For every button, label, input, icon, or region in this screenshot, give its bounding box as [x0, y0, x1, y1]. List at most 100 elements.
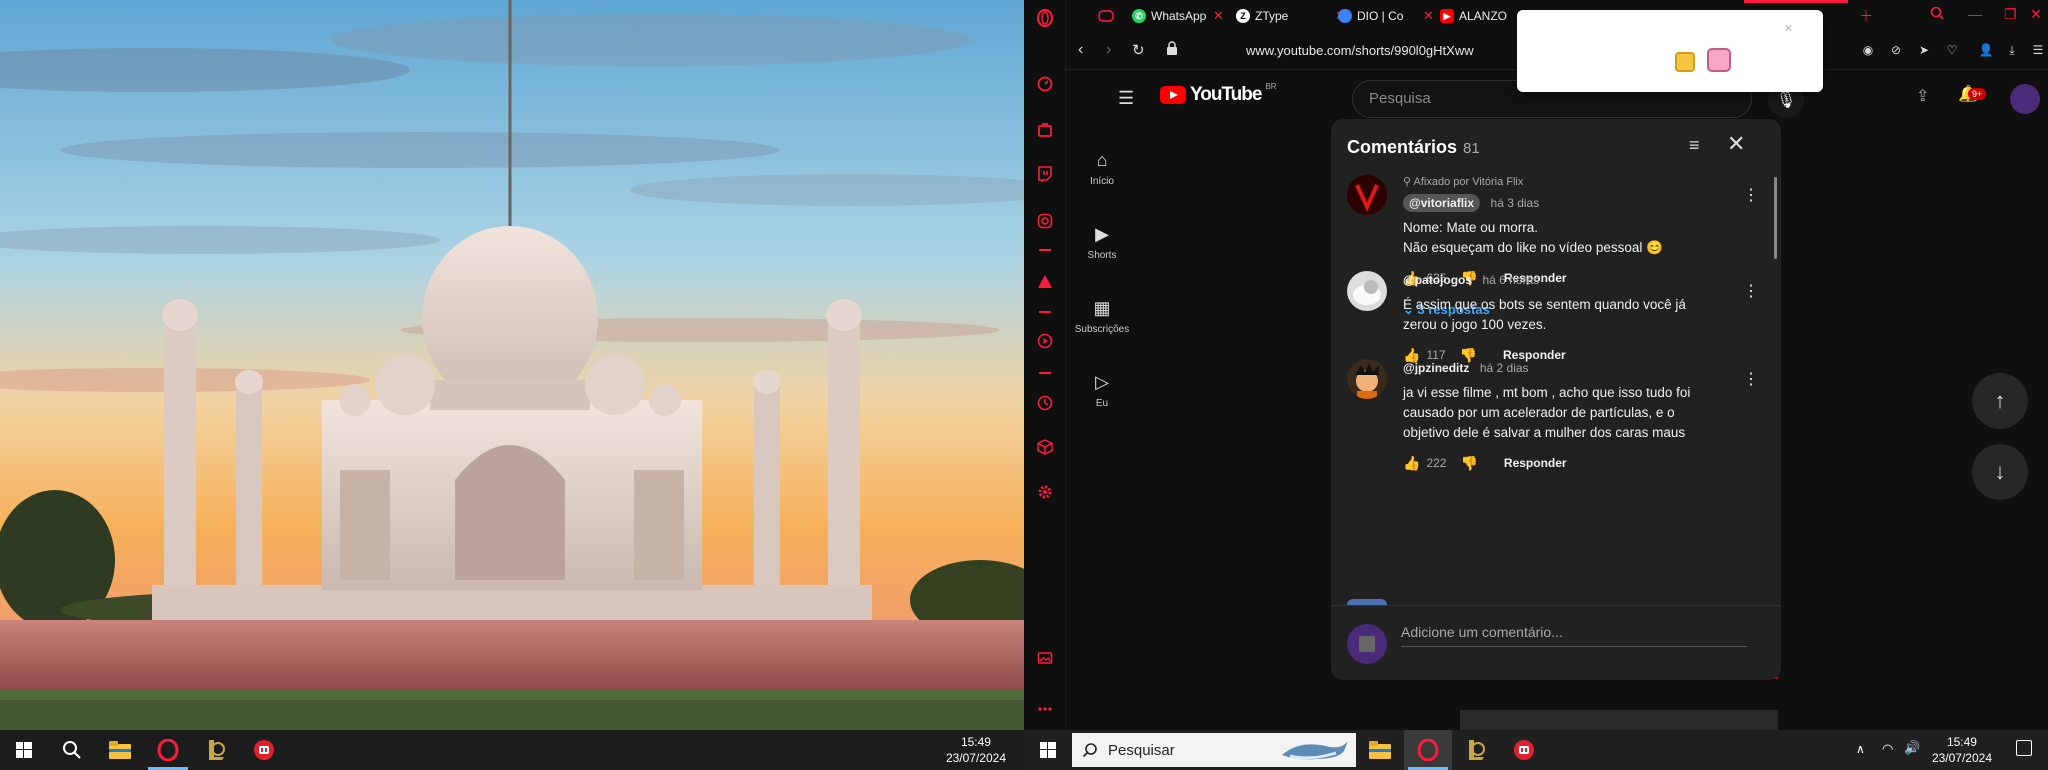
- arrow-down-icon: ↓: [1994, 459, 2006, 484]
- comment-time[interactable]: há 3 dias: [1491, 196, 1540, 210]
- avatar[interactable]: [1347, 359, 1387, 399]
- taskbar-league-client[interactable]: [1452, 730, 1500, 770]
- heart-icon[interactable]: ♡: [1944, 42, 1960, 58]
- close-window-icon[interactable]: ✕: [2030, 6, 2042, 23]
- speed-dial-icon[interactable]: [1035, 74, 1055, 94]
- send-icon[interactable]: ➤: [1916, 42, 1932, 58]
- gamepad-tab-icon[interactable]: [1098, 4, 1118, 28]
- right-clock[interactable]: 15:49 23/07/2024: [1932, 734, 1992, 766]
- extensions-cube-icon[interactable]: [1035, 437, 1055, 457]
- arrow-up-icon: ↑: [1994, 388, 2006, 413]
- dislike-icon[interactable]: 👎: [1460, 455, 1477, 472]
- taskbar-red-app[interactable]: [240, 730, 288, 770]
- reload-icon[interactable]: ↻: [1132, 41, 1145, 59]
- hamburger-menu-icon[interactable]: ☰: [1118, 88, 1134, 109]
- nav-home[interactable]: ⌂ Início: [1066, 150, 1138, 187]
- taskbar-opera[interactable]: [1404, 730, 1452, 770]
- volume-icon[interactable]: 🔊: [1904, 740, 1920, 756]
- left-clock-date: 23/07/2024: [945, 751, 1006, 765]
- close-tab-icon[interactable]: ✕: [1213, 8, 1224, 24]
- gx-corner-icon[interactable]: [1035, 120, 1055, 140]
- taskbar-file-explorer[interactable]: [1356, 730, 1404, 770]
- snapshot-icon[interactable]: ◉: [1860, 42, 1876, 58]
- opera-logo-icon[interactable]: [1035, 8, 1055, 28]
- ad-block-icon[interactable]: ⊘: [1888, 42, 1904, 58]
- region-code: BR: [1265, 81, 1277, 91]
- dio-icon: [1338, 9, 1352, 23]
- easy-setup-icon[interactable]: ☰: [2030, 42, 2046, 58]
- opera-icon: [157, 739, 179, 761]
- next-short-button[interactable]: ↓: [1972, 444, 2028, 500]
- taskbar-league-client[interactable]: [192, 730, 240, 770]
- reply-button[interactable]: Responder: [1504, 456, 1567, 470]
- tab-label: DIO | Co: [1357, 9, 1404, 23]
- taskbar-file-explorer[interactable]: [96, 730, 144, 770]
- gallery-icon[interactable]: [1035, 648, 1055, 668]
- pinned-label: ⚲ Afixado por Vitória Flix: [1403, 175, 1723, 188]
- avatar[interactable]: [1347, 271, 1387, 311]
- twitch-icon[interactable]: [1035, 164, 1055, 184]
- nav-shorts[interactable]: ▶ Shorts: [1066, 224, 1138, 261]
- wifi-icon[interactable]: ◠: [1882, 741, 1893, 757]
- cat-emoji-icon[interactable]: [1675, 52, 1695, 72]
- taskbar-opera[interactable]: [144, 730, 192, 770]
- restore-icon[interactable]: ❐: [2004, 6, 2017, 23]
- comment-menu-icon[interactable]: ⋮: [1741, 369, 1761, 389]
- like-icon[interactable]: 👍: [1403, 455, 1420, 472]
- tab-search-icon[interactable]: [1930, 6, 1944, 23]
- comment-line: É assim que os bots se sentem quando voc…: [1403, 297, 1686, 312]
- youtube-wordmark: YouTube: [1190, 84, 1262, 105]
- upload-icon[interactable]: ⇪: [1916, 86, 1929, 106]
- taskbar-red-app[interactable]: [1500, 730, 1548, 770]
- previous-short-button[interactable]: ↑: [1972, 373, 2028, 429]
- subscriptions-icon: ▦: [1093, 298, 1111, 318]
- comment-menu-icon[interactable]: ⋮: [1741, 281, 1761, 301]
- windows-logo-icon: [1040, 742, 1056, 758]
- comment-author[interactable]: @jpzineditz: [1403, 361, 1469, 375]
- comment-menu-icon[interactable]: ⋮: [1741, 185, 1761, 205]
- tab-whatsapp[interactable]: ✆ WhatsApp ✕: [1132, 4, 1230, 28]
- taskbar-search-box[interactable]: Pesquisar: [1072, 733, 1356, 767]
- comment-author[interactable]: @vitoriaflix: [1403, 194, 1481, 212]
- avatar[interactable]: [2010, 84, 2040, 114]
- add-comment-input[interactable]: Adicione um comentário...: [1401, 624, 1747, 647]
- sort-icon[interactable]: ≡: [1689, 135, 1700, 156]
- close-popup-icon[interactable]: ✕: [1784, 22, 1793, 35]
- tab-dio[interactable]: DIO | Co ✕: [1338, 4, 1438, 28]
- gx-games-icon[interactable]: [1035, 272, 1055, 292]
- player-icon[interactable]: [1035, 331, 1055, 351]
- comment-time[interactable]: há 2 dias: [1480, 361, 1529, 375]
- nav-subscriptions[interactable]: ▦ Subscrições: [1066, 298, 1138, 335]
- minimize-icon[interactable]: —: [1968, 6, 1982, 22]
- download-icon[interactable]: ⤓: [2004, 42, 2020, 58]
- youtube-logo[interactable]: YouTube BR: [1160, 81, 1277, 106]
- pinned-text: Afixado por Vitória Flix: [1413, 176, 1524, 188]
- comments-scrollbar[interactable]: [1774, 177, 1777, 259]
- start-button[interactable]: [0, 730, 48, 770]
- youtube-icon: ▶: [1440, 9, 1454, 23]
- forward-icon[interactable]: ›: [1106, 41, 1111, 59]
- comment-author[interactable]: @patojogos: [1403, 273, 1472, 287]
- red-app-icon: [1514, 740, 1534, 760]
- back-icon[interactable]: ‹: [1078, 41, 1083, 59]
- history-icon[interactable]: [1035, 393, 1055, 413]
- video-thumbnail-strip: [1460, 710, 1778, 730]
- pink-creature-icon[interactable]: [1707, 48, 1731, 72]
- start-button[interactable]: [1024, 730, 1072, 770]
- account-icon[interactable]: 👤: [1978, 42, 1994, 58]
- show-hidden-icons-icon[interactable]: ∧: [1856, 742, 1865, 756]
- url-input[interactable]: www.youtube.com/shorts/990l0gHtXww: [1246, 43, 1474, 58]
- left-clock[interactable]: 15:49 23/07/2024: [946, 734, 1006, 766]
- search-button[interactable]: [48, 730, 96, 770]
- comment-time[interactable]: há 6 horas: [1482, 273, 1539, 287]
- instagram-icon[interactable]: [1035, 211, 1055, 231]
- close-tab-icon[interactable]: ✕: [1423, 8, 1434, 24]
- avatar[interactable]: [1347, 175, 1387, 215]
- close-comments-icon[interactable]: ✕: [1727, 131, 1745, 157]
- more-options-icon[interactable]: [1035, 699, 1055, 719]
- notification-center-icon[interactable]: [2016, 740, 2032, 756]
- nav-you[interactable]: ▷ Eu: [1066, 372, 1138, 409]
- whale-search-highlight-icon: [1282, 741, 1348, 760]
- settings-gear-icon[interactable]: [1035, 482, 1055, 502]
- new-tab-icon[interactable]: ＋: [1859, 6, 1873, 26]
